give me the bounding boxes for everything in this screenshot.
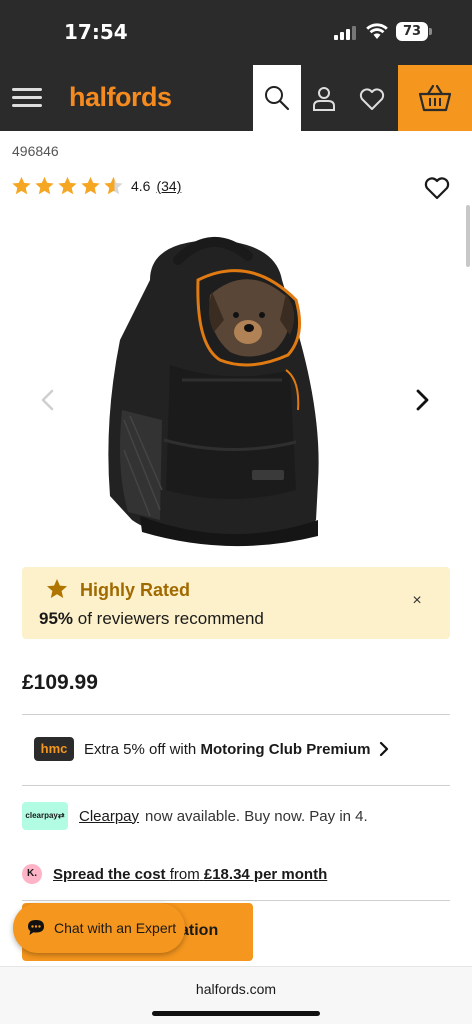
- product-sku: 496846: [12, 143, 59, 159]
- recommend-text: 95% of reviewers recommend: [39, 609, 264, 629]
- recommend-label: of reviewers recommend: [77, 609, 264, 628]
- clearpay-logo: clearpay⇄: [22, 802, 68, 830]
- product-image[interactable]: [0, 220, 472, 560]
- review-count-link[interactable]: (34): [156, 178, 181, 194]
- klarna-from: from: [169, 865, 200, 883]
- hmc-text: Extra 5% off with Motoring Club Premium: [84, 741, 370, 758]
- star-icon: [47, 579, 67, 598]
- wifi-icon: [366, 23, 388, 39]
- star-icon: [35, 176, 54, 195]
- chevron-right-icon: [380, 741, 389, 757]
- divider: [22, 714, 450, 715]
- clearpay-link[interactable]: Clearpay: [79, 808, 139, 825]
- basket-button[interactable]: [398, 65, 472, 131]
- star-icon: [81, 176, 100, 195]
- clearpay-text: now available. Buy now. Pay in 4.: [145, 807, 368, 825]
- highly-rated-banner: Highly Rated 95% of reviewers recommend …: [22, 567, 450, 639]
- rating-value: 4.6: [131, 178, 151, 194]
- basket-icon: [418, 84, 452, 112]
- menu-icon[interactable]: [12, 88, 42, 108]
- chat-label: Chat with an Expert: [54, 920, 177, 936]
- hmc-badge: hmc: [34, 737, 74, 761]
- chat-icon: [28, 920, 44, 935]
- motoring-club-offer[interactable]: hmc Extra 5% off with Motoring Club Prem…: [34, 736, 414, 762]
- url-text[interactable]: halfords.com: [0, 981, 472, 997]
- star-icon: [58, 176, 77, 195]
- half-star-icon: [104, 176, 123, 195]
- hmc-text-bold: Motoring Club Premium: [200, 740, 371, 758]
- close-icon[interactable]: ×: [407, 591, 427, 611]
- browser-address-bar: halfords.com: [0, 966, 472, 1024]
- chevron-right-icon[interactable]: [412, 388, 432, 412]
- account-icon[interactable]: [310, 85, 338, 113]
- battery-level: 73: [396, 22, 428, 41]
- site-header: halfords: [0, 65, 472, 131]
- status-bar: 17:54 73: [0, 0, 472, 65]
- highly-rated-title: Highly Rated: [80, 580, 191, 600]
- divider: [22, 785, 450, 786]
- search-button[interactable]: [253, 65, 301, 131]
- klarna-finance-link[interactable]: K. Spread the cost from £18.34 per month: [22, 862, 327, 886]
- home-indicator[interactable]: [152, 1011, 320, 1016]
- chevron-left-icon[interactable]: [38, 388, 58, 412]
- signal-icon: [334, 26, 358, 40]
- heart-icon[interactable]: [358, 85, 386, 113]
- klarna-logo: K.: [22, 864, 42, 884]
- recommend-percent: 95%: [39, 609, 74, 628]
- cta-label: ation: [180, 922, 219, 939]
- search-icon: [265, 86, 290, 111]
- status-time: 17:54: [64, 20, 128, 44]
- clearpay-row: clearpay⇄ Clearpay now available. Buy no…: [22, 802, 368, 830]
- klarna-lead: Spread the cost: [53, 865, 166, 883]
- battery-icon: 73: [396, 22, 432, 41]
- rating-summary: 4.6 (34): [10, 173, 181, 199]
- klarna-amount: £18.34 per month: [203, 865, 328, 883]
- klarna-text: Spread the cost from £18.34 per month: [53, 866, 327, 883]
- divider: [22, 900, 450, 901]
- hmc-text-prefix: Extra 5% off with: [84, 740, 197, 758]
- halfords-logo[interactable]: halfords: [69, 82, 172, 113]
- star-icon: [12, 176, 31, 195]
- chat-with-expert-button[interactable]: Chat with an Expert: [13, 903, 185, 953]
- wishlist-heart-icon[interactable]: [423, 175, 451, 201]
- product-price: £109.99: [22, 671, 98, 694]
